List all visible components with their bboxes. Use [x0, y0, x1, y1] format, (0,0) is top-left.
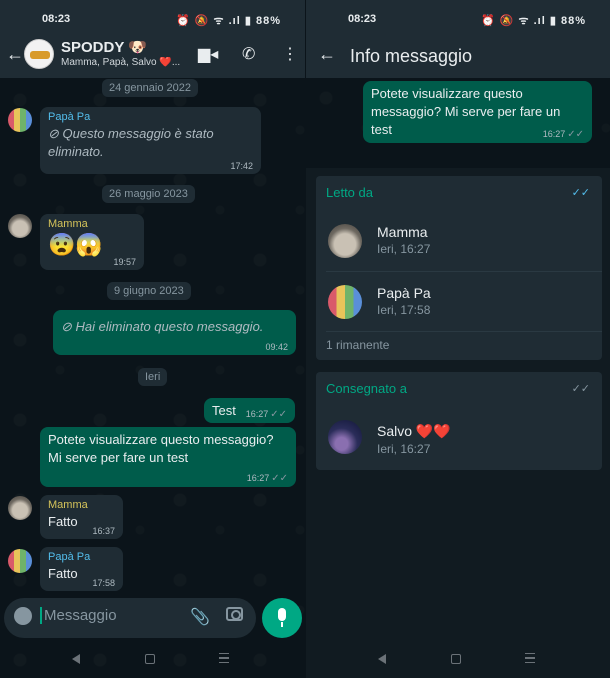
group-members[interactable]: Mamma, Papà, Salvo ❤️...: [61, 57, 196, 68]
divider: [326, 331, 602, 332]
sender-name: Papà Pa: [48, 551, 91, 563]
sender-name: Papà Pa: [48, 111, 91, 123]
attach-icon[interactable]: 📎: [190, 607, 210, 627]
nav-home-icon[interactable]: [451, 654, 461, 664]
system-nav-bar: [306, 642, 610, 678]
mic-icon[interactable]: [262, 598, 302, 638]
read-ticks-icon: ✓✓: [567, 129, 584, 140]
contact-name[interactable]: Mamma: [377, 224, 428, 240]
message-bubble: Potete visualizzare questo messaggio? Mi…: [363, 81, 592, 143]
message-meta: 16:27 ✓✓: [543, 129, 584, 140]
avatar-salvo[interactable]: [328, 420, 362, 454]
avatar-papa[interactable]: [8, 108, 32, 132]
system-nav-bar: [0, 642, 305, 678]
read-by-label: Letto da: [326, 185, 373, 200]
nav-recents-icon[interactable]: [219, 653, 229, 663]
message-time: 17:58: [92, 578, 115, 588]
message-meta: 16:27 ✓✓: [247, 473, 288, 484]
message-bubble[interactable]: Mamma Fatto 16:37: [40, 495, 123, 539]
nav-home-icon[interactable]: [145, 654, 155, 664]
delivered-time: Ieri, 16:27: [377, 442, 431, 456]
read-ticks-icon: ✓✓: [571, 187, 590, 199]
message-time: 16:27: [542, 129, 566, 139]
message-text: ⊘ Questo messaggio è stato eliminato.: [48, 125, 253, 161]
message-time: 19:57: [113, 257, 136, 267]
avatar-mamma[interactable]: [8, 496, 32, 520]
status-time: 08:23: [42, 13, 71, 25]
status-bar: 08:23 ⏰ 🔕 ᯤ .ıl ▮ 88%: [0, 0, 305, 36]
back-arrow-icon[interactable]: ←: [6, 44, 24, 65]
status-time: 08:23: [348, 13, 377, 25]
voice-call-icon[interactable]: ✆: [242, 44, 255, 64]
deleted-message-text: Hai eliminato questo messaggio.: [75, 319, 264, 334]
nav-back-icon[interactable]: [72, 654, 80, 664]
message-list: 24 gennaio 2022 Papà Pa ⊘ Questo messagg…: [0, 78, 305, 593]
message-text: 😨😱: [48, 232, 103, 257]
date-separator: 24 gennaio 2022: [102, 79, 198, 97]
message-bubble[interactable]: ⊘ Hai eliminato questo messaggio. 09:42: [53, 310, 296, 355]
back-arrow-icon[interactable]: ←: [318, 44, 336, 65]
deleted-icon: ⊘: [48, 126, 59, 141]
message-bubble[interactable]: Papà Pa ⊘ Questo messaggio è stato elimi…: [40, 107, 261, 174]
sender-name: Mamma: [48, 218, 88, 230]
date-separator: Ieri: [138, 368, 168, 386]
info-header: ← Info messaggio: [306, 36, 610, 78]
nav-back-icon[interactable]: [378, 654, 386, 664]
message-time: 09:42: [265, 342, 288, 352]
message-info-screen: 08:23 ⏰ 🔕 ᯤ .ıl ▮ 88% ← Info messaggio P…: [305, 0, 610, 678]
avatar-papa[interactable]: [328, 285, 362, 319]
status-icons: ⏰ 🔕 ᯤ .ıl ▮ 88%: [481, 13, 586, 28]
video-call-icon[interactable]: ▆◂: [198, 44, 218, 64]
camera-icon[interactable]: [226, 607, 243, 621]
read-ticks-icon: ✓✓: [270, 409, 287, 420]
read-time: Ieri, 16:27: [377, 242, 431, 256]
deleted-icon: ⊘: [61, 319, 72, 334]
info-message-preview: Potete visualizzare questo messaggio? Mi…: [306, 78, 610, 168]
message-bubble[interactable]: Potete visualizzare questo messaggio? Mi…: [40, 427, 296, 487]
message-text: Potete visualizzare questo messaggio? Mi…: [48, 432, 274, 465]
message-time: 16:27: [246, 473, 270, 483]
message-bubble[interactable]: Mamma 😨😱 19:57: [40, 214, 144, 270]
delivered-ticks-icon: ✓✓: [571, 383, 590, 395]
battery-level: 88%: [560, 15, 586, 27]
chat-screen: 08:23 ⏰ 🔕 ᯤ .ıl ▮ 88% ← SPODDY 🐶 Mamma, …: [0, 0, 305, 678]
message-input[interactable]: [40, 607, 180, 624]
message-meta: 16:27 ✓✓: [246, 409, 287, 420]
read-by-section: Letto da ✓✓ Mamma Ieri, 16:27 Papà Pa Ie…: [316, 176, 602, 360]
message-text: ⊘ Hai eliminato questo messaggio.: [61, 314, 288, 336]
avatar-mamma[interactable]: [8, 214, 32, 238]
message-time: 16:27: [245, 409, 269, 419]
status-glyphs: ⏰ 🔕 ᯤ .ıl ▮: [176, 15, 252, 27]
more-options-icon[interactable]: ⋮: [282, 44, 298, 64]
chat-header: ← SPODDY 🐶 Mamma, Papà, Salvo ❤️... ▆◂ ✆…: [0, 36, 305, 78]
read-time: Ieri, 17:58: [377, 303, 431, 317]
message-composer: 📎: [4, 598, 256, 638]
battery-level: 88%: [255, 15, 281, 27]
status-glyphs: ⏰ 🔕 ᯤ .ıl ▮: [481, 15, 557, 27]
contact-name[interactable]: Papà Pa: [377, 285, 431, 301]
status-icons: ⏰ 🔕 ᯤ .ıl ▮ 88%: [176, 13, 281, 28]
group-avatar[interactable]: [24, 39, 54, 69]
message-time: 16:37: [92, 526, 115, 536]
message-time: 17:42: [230, 161, 253, 171]
divider: [326, 271, 602, 272]
avatar-mamma[interactable]: [328, 224, 362, 258]
message-bubble[interactable]: Papà Pa Fatto 17:58: [40, 547, 123, 591]
remaining-count: 1 rimanente: [326, 338, 390, 352]
delivered-to-section: Consegnato a ✓✓ Salvo ❤️❤️ Ieri, 16:27: [316, 372, 602, 470]
emoji-icon[interactable]: [14, 607, 32, 625]
read-ticks-icon: ✓✓: [271, 473, 288, 484]
page-title: Info messaggio: [350, 46, 473, 66]
group-name[interactable]: SPODDY 🐶: [61, 38, 147, 56]
nav-recents-icon[interactable]: [525, 653, 535, 663]
status-bar: 08:23 ⏰ 🔕 ᯤ .ıl ▮ 88%: [306, 0, 610, 36]
date-separator: 9 giugno 2023: [107, 282, 191, 300]
message-bubble[interactable]: Test 16:27 ✓✓: [204, 398, 295, 423]
contact-name[interactable]: Salvo ❤️❤️: [377, 423, 451, 440]
deleted-message-text: Questo messaggio è stato eliminato.: [48, 126, 214, 159]
date-separator: 26 maggio 2023: [102, 185, 195, 203]
delivered-to-label: Consegnato a: [326, 381, 407, 396]
sender-name: Mamma: [48, 499, 88, 511]
avatar-papa[interactable]: [8, 549, 32, 573]
